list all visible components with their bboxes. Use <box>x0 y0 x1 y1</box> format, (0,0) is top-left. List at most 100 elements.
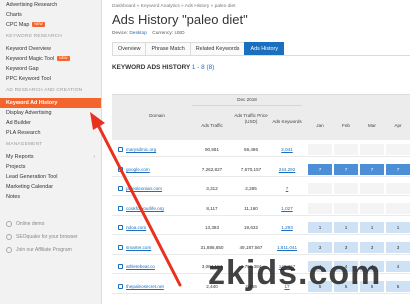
table-row: ndoa.com 13,383 19,632 1,293 1 1 1 1 <box>112 221 410 235</box>
month-position-cell[interactable]: 7 <box>360 163 384 175</box>
sidebar-item-display-advertising[interactable]: Display Advertising <box>0 108 101 118</box>
result-count: 1 - 8 (8) <box>191 64 215 71</box>
sidebar-item-projects[interactable]: Projects <box>0 162 101 172</box>
table-header: Dec 2018 Domain Ads Traffic Ads Traffic … <box>112 95 410 140</box>
domain-link[interactable]: smarter.com <box>126 241 192 254</box>
sidebar-item-advertising-research[interactable]: Advertising Research <box>0 0 101 10</box>
watermark: zkjds.com <box>208 254 382 292</box>
sidebar-item-my-reports[interactable]: My Reports › <box>0 152 101 162</box>
sidebar-item-notes[interactable]: Notes <box>0 192 101 202</box>
ads-traffic-value: 13,383 <box>204 225 220 230</box>
sidebar-section-heading: AD RESEARCH AND CREATION <box>0 84 101 98</box>
month-position-cell[interactable]: 3 <box>308 241 332 253</box>
ads-traffic-value: 31,886,850 <box>200 244 224 250</box>
sidebar-item-label: Lead Generation Tool <box>6 174 58 180</box>
domain-link[interactable]: ndoa.com <box>126 221 192 234</box>
sidebar-item-label: Keyword Magic Tool <box>6 56 55 62</box>
sidebar-item-label: My Reports <box>6 154 34 160</box>
currency-value: USD <box>174 31 185 36</box>
month-position-cell <box>360 144 384 155</box>
tab-phrase-match[interactable]: Phrase Match <box>145 42 191 55</box>
page-title: Ads History "paleo diet" <box>112 12 248 27</box>
domain-link[interactable]: google.com <box>126 163 192 176</box>
ads-keywords-link[interactable]: 2,041 <box>270 143 304 156</box>
month-position-cell <box>308 202 332 214</box>
sidebar-section-heading: KEYWORD RESEARCH <box>0 30 101 44</box>
external-link-icon[interactable] <box>118 225 123 230</box>
month-position-cell[interactable]: 1 <box>334 222 358 233</box>
month-position-cell[interactable]: 1 <box>308 222 332 233</box>
domain-link[interactable]: thepaleosecret.net <box>126 280 192 293</box>
ads-keywords-link[interactable]: 1,027 <box>270 202 304 215</box>
sidebar-item-label: MANAGEMENT <box>6 142 43 147</box>
domain-link[interactable]: cookforyourlife.org <box>126 202 192 215</box>
table-row: cookforyourlife.org 8,117 11,160 1,027 <box>112 202 410 216</box>
sidebar-item-keyword-ad-history[interactable]: Keyword Ad History <box>0 98 101 108</box>
sidebar-item-cpc-map[interactable]: CPC Map NEW <box>0 20 101 30</box>
external-link-icon[interactable] <box>118 147 123 152</box>
domain-link[interactable]: paleoleonian.com <box>126 182 192 195</box>
tab-ads-history[interactable]: Ads History <box>244 42 285 55</box>
sidebar-item-keyword-magic-tool[interactable]: Keyword Magic Tool NEW <box>0 54 101 64</box>
domain-link[interactable]: athletebeat.co <box>126 260 192 273</box>
section-title-text: KEYWORD ADS HISTORY <box>112 64 191 71</box>
sidebar-item-label: Marketing Calendar <box>6 184 54 190</box>
external-link-icon[interactable] <box>118 205 123 211</box>
ads-traffic-value: 7,262,827 <box>201 166 223 172</box>
month-position-cell[interactable]: 1 <box>360 222 384 233</box>
breadcrumb[interactable]: Dashboard » Keyword Analytics » Ads Hist… <box>112 4 235 9</box>
month-position-cell[interactable]: 5 <box>386 280 410 292</box>
month-position-cell <box>334 144 358 155</box>
sidebar-item-charts[interactable]: Charts <box>0 10 101 20</box>
ads-keywords-link[interactable]: 244,292 <box>270 163 304 176</box>
external-link-icon[interactable] <box>118 186 123 191</box>
month-position-cell <box>386 202 410 214</box>
month-position-cell[interactable]: 1 <box>386 222 410 233</box>
table-row: marysdmic.org 90,581 59,486 2,041 <box>112 143 410 157</box>
sidebar-bottom-label: SEOquake for your browser <box>16 234 78 240</box>
new-badge: NEW <box>57 56 70 62</box>
col-header-month: Feb <box>342 123 350 128</box>
col-header-domain[interactable]: Domain <box>122 113 192 119</box>
sidebar-section-heading: MANAGEMENT <box>0 138 101 152</box>
month-position-cell[interactable]: 3 <box>334 241 358 253</box>
month-position-cell[interactable]: 3 <box>386 241 410 253</box>
sidebar-bottom-link[interactable]: Join our Affiliate Program <box>0 244 101 257</box>
sidebar-item-marketing-calendar[interactable]: Marketing Calendar <box>0 182 101 192</box>
month-position-cell[interactable]: 7 <box>334 163 358 175</box>
table-row: smarter.com 31,886,850 49,187,567 1,811,041… <box>112 241 410 255</box>
col-header-ads-traffic-price[interactable]: Ads Traffic Price (USD) <box>234 113 268 125</box>
sidebar-item-keyword-overview[interactable]: Keyword Overview <box>0 44 101 54</box>
browser-icon <box>6 233 12 240</box>
sidebar-item-ad-builder[interactable]: Ad Builder <box>0 118 101 128</box>
external-link-icon[interactable] <box>118 244 123 250</box>
month-position-cell <box>386 144 410 155</box>
sidebar-item-label: Notes <box>6 194 21 200</box>
external-link-icon[interactable] <box>118 264 123 269</box>
month-position-cell[interactable]: 4 <box>386 261 410 272</box>
sidebar-bottom-label: Join our Affiliate Program <box>16 247 72 253</box>
month-position-cell[interactable]: 7 <box>386 163 410 175</box>
sidebar-item-keyword-gap[interactable]: Keyword Gap <box>0 64 101 74</box>
sidebar: Advertising Research Charts CPC Map NEW KEYW… <box>0 0 102 304</box>
ads-keywords-link[interactable]: 1,293 <box>270 221 304 234</box>
sidebar-bottom-link[interactable]: SEOquake for your browser <box>0 231 101 244</box>
external-link-icon[interactable] <box>118 283 123 289</box>
month-position-cell[interactable]: 3 <box>360 241 384 253</box>
sidebar-item-ppc-keyword-tool[interactable]: PPC Keyword Tool <box>0 74 101 84</box>
ads-keywords-link[interactable]: 1,811,041 <box>270 241 304 254</box>
col-header-ads-keywords[interactable]: Ads Keywords <box>270 119 304 125</box>
ads-traffic-value: 8,117 <box>206 205 218 211</box>
ads-traffic-value: 90,581 <box>204 147 220 152</box>
sidebar-item-pla-research[interactable]: PLA Research <box>0 128 101 138</box>
tab-related-keywords[interactable]: Related Keywords <box>189 42 246 55</box>
device-select[interactable]: Desktop <box>129 31 147 36</box>
col-header-ads-traffic[interactable]: Ads Traffic <box>192 123 232 129</box>
domain-link[interactable]: marysdmic.org <box>126 143 192 156</box>
external-link-icon[interactable] <box>118 166 123 172</box>
tab-overview[interactable]: Overview <box>112 42 147 55</box>
sidebar-bottom-link[interactable]: Online demo <box>0 218 101 231</box>
sidebar-item-lead-generation-tool[interactable]: Lead Generation Tool <box>0 172 101 182</box>
month-position-cell[interactable]: 7 <box>308 163 332 175</box>
ads-keywords-link[interactable]: 7 <box>270 182 304 195</box>
